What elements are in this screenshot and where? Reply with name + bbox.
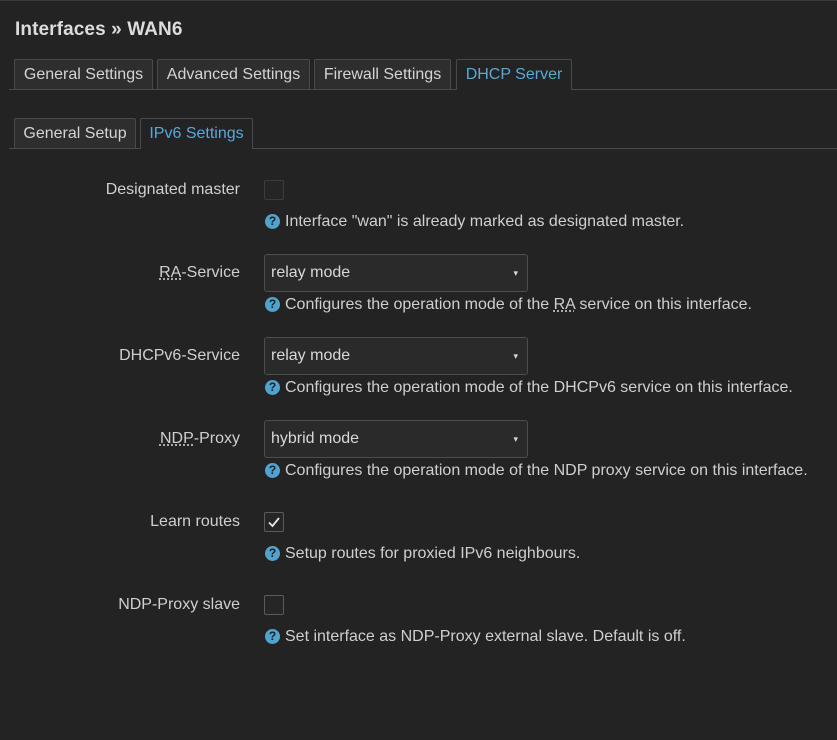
ra-service-select[interactable]: relay mode ▾ (264, 254, 528, 292)
designated-master-checkbox (264, 180, 284, 200)
help-text: Configures the operation mode of the NDP… (285, 462, 808, 479)
checkmark-icon (268, 517, 280, 528)
designated-master-label: Designated master (105, 181, 240, 198)
help-text: Set interface as NDP-Proxy external slav… (285, 628, 686, 645)
tab-advanced-settings[interactable]: Advanced Settings (157, 59, 310, 89)
help-text: Configures the operation mode of the DHC… (285, 379, 793, 396)
ndp-proxy-slave-checkbox[interactable] (264, 595, 284, 615)
help-abbr: RA (553, 296, 575, 313)
selected-value: relay mode (271, 347, 351, 364)
learn-routes-checkbox[interactable] (264, 512, 284, 532)
ndp-proxy-help: ? Configures the operation mode of the ND… (265, 462, 808, 480)
help-icon: ? (265, 380, 280, 395)
chevron-down-icon: ▾ (513, 268, 518, 278)
ndp-proxy-label: NDP-Proxy (160, 430, 240, 448)
designated-master-help: ? Interface "wan" is already marked as de… (265, 213, 684, 231)
help-icon: ? (265, 297, 280, 312)
ra-service-label: RA-Service (159, 264, 240, 282)
dhcpv6-service-label: DHCPv6-Service (119, 347, 240, 364)
ra-service-help: ? Configures the operation mode of the RA… (265, 296, 752, 314)
tab-ipv6-settings[interactable]: IPv6 Settings (140, 118, 253, 149)
ra-abbreviation: RA (159, 264, 182, 281)
chevron-down-icon: ▾ (513, 434, 518, 444)
tab-general-setup[interactable]: General Setup (14, 118, 136, 148)
tab-firewall-settings[interactable]: Firewall Settings (314, 59, 451, 89)
page-title: Interfaces » WAN6 (15, 19, 183, 40)
help-text-pre: Configures the operation mode of the (285, 296, 554, 313)
learn-routes-label: Learn routes (150, 513, 240, 530)
help-icon: ? (265, 546, 280, 561)
label-suffix: -Service (181, 264, 240, 281)
dhcpv6-service-help: ? Configures the operation mode of the DH… (265, 379, 793, 397)
help-icon: ? (265, 463, 280, 478)
main-tab-bar: General Settings Advanced Settings Firew… (9, 58, 837, 90)
dhcpv6-service-select[interactable]: relay mode ▾ (264, 337, 528, 375)
tab-general-settings[interactable]: General Settings (14, 59, 153, 89)
help-icon: ? (265, 214, 280, 229)
chevron-down-icon: ▾ (513, 351, 518, 361)
learn-routes-help: ? Setup routes for proxied IPv6 neighbour… (265, 545, 580, 563)
ndp-proxy-slave-help: ? Set interface as NDP-Proxy external sla… (265, 628, 686, 646)
ndp-proxy-slave-label: NDP-Proxy slave (118, 596, 240, 613)
help-text: Setup routes for proxied IPv6 neighbours… (285, 545, 581, 562)
selected-value: hybrid mode (271, 430, 360, 447)
label-suffix: -Proxy (193, 430, 240, 447)
sub-tab-bar: General Setup IPv6 Settings (9, 117, 837, 149)
help-text-post: service on this interface. (574, 296, 752, 313)
interface-wan6-page: Interfaces » WAN6 General Settings Advan… (0, 0, 837, 740)
ndp-proxy-select[interactable]: hybrid mode ▾ (264, 420, 528, 458)
selected-value: relay mode (271, 264, 351, 281)
help-icon: ? (265, 629, 280, 644)
tab-dhcp-server[interactable]: DHCP Server (456, 59, 572, 90)
help-text: Interface "wan" is already marked as des… (285, 213, 685, 230)
ndp-abbreviation: NDP (159, 430, 194, 447)
